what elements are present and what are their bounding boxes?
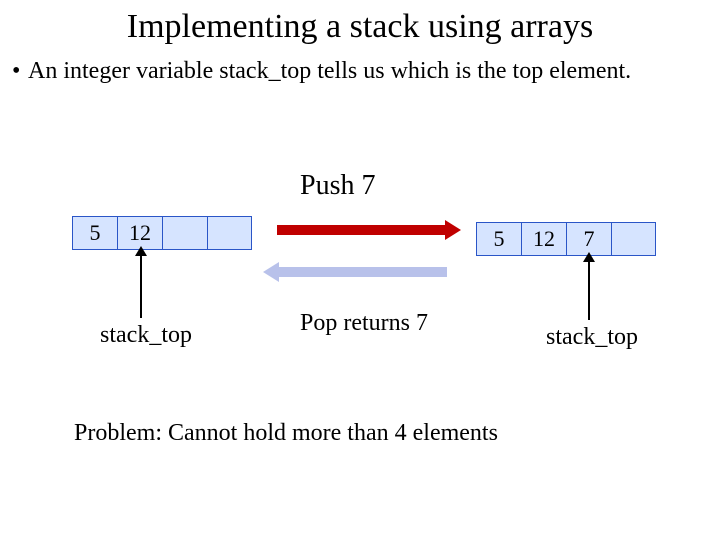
array-before: 5 12 [72, 216, 252, 250]
array-cell [162, 216, 207, 250]
bullet-text: An integer variable stack_top tells us w… [0, 46, 720, 85]
array-cell: 12 [521, 222, 566, 256]
stack-top-label-right: stack_top [546, 324, 638, 351]
array-cell [611, 222, 656, 256]
array-cell [207, 216, 252, 250]
array-cell: 7 [566, 222, 611, 256]
array-cell: 12 [117, 216, 162, 250]
pop-arrow-icon [277, 262, 447, 282]
push-arrow-icon [277, 220, 447, 240]
pop-operation-label: Pop returns 7 [300, 310, 428, 337]
problem-note: Problem: Cannot hold more than 4 element… [74, 420, 498, 447]
pointer-arrow-right-icon [588, 260, 590, 320]
array-cell: 5 [476, 222, 521, 256]
stack-top-label-left: stack_top [100, 322, 192, 349]
push-operation-label: Push 7 [300, 170, 375, 202]
pointer-arrow-left-icon [140, 254, 142, 318]
slide-title: Implementing a stack using arrays [0, 0, 720, 46]
array-after: 5 12 7 [476, 222, 656, 256]
array-cell: 5 [72, 216, 117, 250]
